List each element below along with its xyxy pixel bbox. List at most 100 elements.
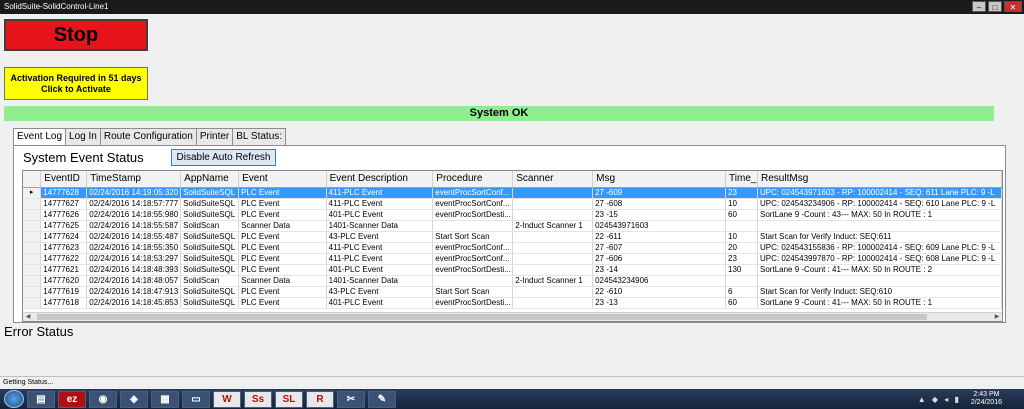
tab-strip: Event Log Log In Route Configuration Pri… bbox=[13, 128, 287, 146]
table-row[interactable]: 14777626 02/24/2016 14:18:55:980 SolidSuit… bbox=[23, 209, 1002, 221]
header-row: EventID TimeStamp AppName Event Event De… bbox=[23, 171, 1002, 188]
row-header[interactable] bbox=[23, 264, 42, 276]
tray-icons[interactable]: ▲ ◆ ◂ ▮ bbox=[918, 395, 961, 404]
table-cell: 23 -15 bbox=[592, 209, 727, 221]
clock[interactable]: 2:43 PM 2/24/2016 bbox=[971, 391, 1002, 407]
table-cell: 411-PLC Event bbox=[326, 198, 434, 210]
table-cell: 22 -610 bbox=[592, 286, 727, 298]
table-cell bbox=[757, 275, 1002, 287]
solidsuite-sl-icon[interactable]: SL bbox=[275, 390, 303, 408]
table-cell: SolidScan bbox=[180, 275, 240, 287]
table-cell: 02/24/2016 14:18:55:487 bbox=[86, 231, 182, 243]
close-button[interactable]: ✕ bbox=[1004, 1, 1022, 12]
col-header-time[interactable]: Time_ bbox=[725, 171, 759, 188]
table-cell bbox=[512, 297, 594, 309]
table-cell: 43-PLC Event bbox=[326, 231, 434, 243]
solidsuite-ss-icon[interactable]: Ss bbox=[244, 390, 272, 408]
table-row[interactable]: ▸ 14777628 02/24/2016 14:19:05:320 SolidSui… bbox=[23, 187, 1002, 199]
tab-event-log[interactable]: Event Log bbox=[13, 128, 67, 146]
table-cell: UPC: 024543997870 - RP: 100002414 - SEQ:… bbox=[757, 253, 1002, 265]
table-cell: 14777628 bbox=[40, 187, 88, 199]
row-header[interactable] bbox=[23, 231, 42, 243]
row-header[interactable] bbox=[23, 220, 42, 232]
col-header-appname[interactable]: AppName bbox=[180, 171, 240, 188]
chrome-icon[interactable]: ◉ bbox=[89, 390, 117, 408]
tab-log-in[interactable]: Log In bbox=[65, 128, 101, 145]
table-cell: eventProcSortConf... bbox=[432, 242, 514, 254]
window-icon[interactable]: ▭ bbox=[182, 390, 210, 408]
table-cell: 60 bbox=[725, 209, 759, 221]
table-cell: PLC Event bbox=[238, 264, 327, 276]
table-row[interactable]: 14777620 02/24/2016 14:18:48:057 SolidScan… bbox=[23, 275, 1002, 287]
table-row[interactable]: 14777621 02/24/2016 14:18:48:393 SolidSuit… bbox=[23, 264, 1002, 276]
col-header-event-description[interactable]: Event Description bbox=[326, 171, 434, 188]
col-header-resultmsg[interactable]: ResultMsg bbox=[757, 171, 1002, 188]
table-row[interactable]: 14777618 02/24/2016 14:18:45:853 SolidSuit… bbox=[23, 297, 1002, 309]
scrollbar-thumb[interactable] bbox=[37, 314, 927, 320]
current-row-arrow-icon[interactable]: ▸ bbox=[23, 187, 42, 199]
table-row[interactable]: 14777627 02/24/2016 14:18:57:777 SolidSuit… bbox=[23, 198, 1002, 210]
table-row[interactable]: 14777619 02/24/2016 14:18:47:913 SolidSuit… bbox=[23, 286, 1002, 298]
table-cell: 23 bbox=[725, 187, 759, 199]
tab-route-configuration[interactable]: Route Configuration bbox=[99, 128, 197, 145]
event-grid[interactable]: EventID TimeStamp AppName Event Event De… bbox=[22, 170, 1003, 322]
table-cell: PLC Event bbox=[238, 286, 327, 298]
explorer-icon[interactable]: ▤ bbox=[27, 390, 55, 408]
row-header[interactable] bbox=[23, 275, 42, 287]
row-header[interactable] bbox=[23, 297, 42, 309]
network-icon[interactable]: ◈ bbox=[120, 390, 148, 408]
notes-icon[interactable]: ✎ bbox=[368, 390, 396, 408]
horizontal-scrollbar[interactable]: ◀ ▶ bbox=[23, 312, 1002, 321]
activation-button[interactable]: Activation Required in 51 days Click to … bbox=[4, 67, 148, 100]
table-cell: PLC Event bbox=[238, 297, 327, 309]
table-row[interactable]: 14777625 02/24/2016 14:18:55:587 SolidScan… bbox=[23, 220, 1002, 232]
tab-printer[interactable]: Printer bbox=[195, 128, 234, 145]
row-header[interactable] bbox=[23, 253, 42, 265]
table-cell: SolidSuiteSQL bbox=[180, 209, 240, 221]
error-status-label: Error Status bbox=[4, 324, 74, 339]
word-icon[interactable]: W bbox=[213, 390, 241, 408]
table-cell: SortLane 9 -Count : 43--- MAX: 50 In ROU… bbox=[757, 209, 1002, 221]
table-row[interactable]: 14777623 02/24/2016 14:18:55:350 SolidSuit… bbox=[23, 242, 1002, 254]
col-header-event[interactable]: Event bbox=[238, 171, 327, 188]
table-cell: 27 -606 bbox=[592, 253, 727, 265]
row-header[interactable] bbox=[23, 242, 42, 254]
tools-icon[interactable]: ✂ bbox=[337, 390, 365, 408]
table-cell: 60 bbox=[725, 297, 759, 309]
table-cell: Start Sort Scan bbox=[432, 231, 514, 243]
table-cell: 14777618 bbox=[40, 297, 88, 309]
col-header-timestamp[interactable]: TimeStamp bbox=[86, 171, 182, 188]
table-cell: SolidSuiteSQL bbox=[180, 242, 240, 254]
stop-button[interactable]: Stop bbox=[4, 19, 148, 51]
scroll-left-icon[interactable]: ◀ bbox=[23, 313, 33, 321]
r-app-icon[interactable]: R bbox=[306, 390, 334, 408]
table-cell: SolidSuiteSQL bbox=[180, 187, 240, 199]
row-header[interactable] bbox=[23, 209, 42, 221]
table-cell: Start Sort Scan bbox=[432, 286, 514, 298]
easy-print-icon[interactable]: ez bbox=[58, 390, 86, 408]
table-row[interactable]: 14777624 02/24/2016 14:18:55:487 SolidSuit… bbox=[23, 231, 1002, 243]
clock-date: 2/24/2016 bbox=[970, 399, 1002, 406]
col-header-eventid[interactable]: EventID bbox=[40, 171, 88, 188]
row-header[interactable] bbox=[23, 198, 42, 210]
table-cell: UPC: 024543971603 - RP: 100002414 - SEQ:… bbox=[757, 187, 1002, 199]
table-cell: 02/24/2016 14:18:48:057 bbox=[86, 275, 182, 287]
minimize-button[interactable]: – bbox=[972, 1, 986, 12]
start-button-icon[interactable] bbox=[4, 390, 24, 408]
disable-auto-refresh-button[interactable]: Disable Auto Refresh bbox=[171, 149, 276, 166]
row-header[interactable] bbox=[23, 286, 42, 298]
table-row[interactable]: 14777622 02/24/2016 14:18:53:297 SolidSuit… bbox=[23, 253, 1002, 265]
maximize-button[interactable]: □ bbox=[988, 1, 1002, 12]
col-header-procedure[interactable]: Procedure bbox=[432, 171, 514, 188]
col-header-scanner[interactable]: Scanner bbox=[512, 171, 594, 188]
tab-bl-status[interactable]: BL Status: bbox=[232, 128, 287, 145]
table-cell bbox=[512, 242, 594, 254]
table-cell: 02/24/2016 14:19:05:320 bbox=[86, 187, 182, 199]
table-cell: PLC Event bbox=[238, 198, 327, 210]
col-header-msg[interactable]: Msg bbox=[592, 171, 727, 188]
table-cell: 23 bbox=[725, 253, 759, 265]
app-window-icon[interactable]: ▦ bbox=[151, 390, 179, 408]
table-cell bbox=[512, 231, 594, 243]
table-cell bbox=[757, 220, 1002, 232]
scroll-right-icon[interactable]: ▶ bbox=[992, 313, 1002, 321]
